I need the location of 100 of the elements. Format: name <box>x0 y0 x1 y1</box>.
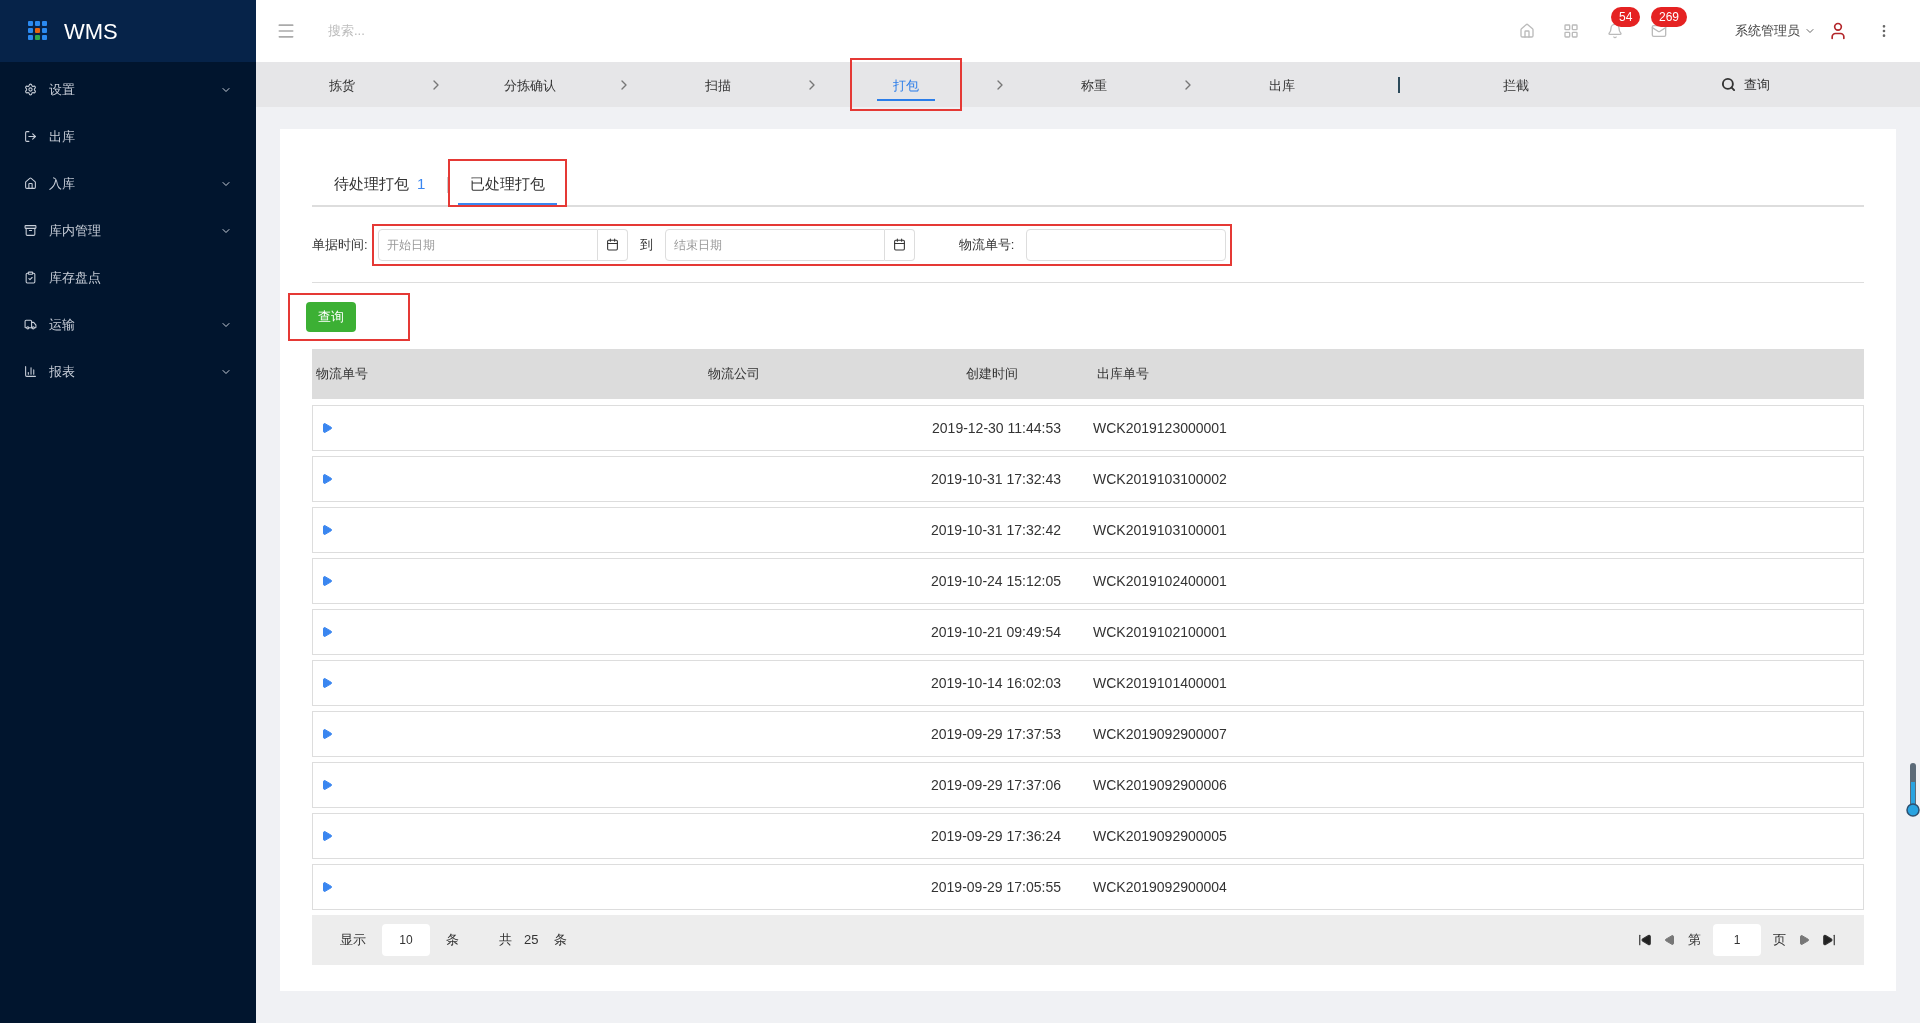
app-title: WMS <box>64 17 118 46</box>
table-cell-text: 2019-10-24 15:12:05 <box>931 571 1061 591</box>
to-label: 到 <box>639 235 653 254</box>
calendar-button[interactable] <box>884 228 915 261</box>
previous-page-icon[interactable] <box>1664 934 1676 946</box>
column-header: 物流单号 <box>315 365 368 384</box>
expand-arrow-icon[interactable] <box>321 677 333 689</box>
page-field[interactable]: 1 <box>1713 924 1761 956</box>
next-page-icon[interactable] <box>1798 934 1810 946</box>
table-cell-text: WCK2019102400001 <box>1092 571 1228 591</box>
menu-icon[interactable] <box>276 21 296 41</box>
house-icon <box>24 177 37 190</box>
step-tab[interactable]: 拦截 <box>1487 67 1545 102</box>
expand-arrow-icon[interactable] <box>321 575 333 587</box>
sidebar-item[interactable]: 库存盘点 <box>0 254 256 301</box>
end-date-field[interactable]: 结束日期 <box>664 228 885 261</box>
gear-icon <box>24 83 37 96</box>
table-row[interactable]: 2019-10-31 17:32:42 WCK2019103100001 <box>312 507 1864 553</box>
expand-arrow-icon[interactable] <box>321 779 333 791</box>
step-tab[interactable]: 分拣确认 <box>488 67 572 102</box>
step-divider <box>1398 76 1400 93</box>
table-row[interactable]: 2019-10-31 17:32:43 WCK2019103100002 <box>312 456 1864 502</box>
date-label: 单据时间: <box>312 235 368 254</box>
tab[interactable]: 已处理打包 <box>458 172 558 205</box>
table-cell-text: WCK2019123000001 <box>1092 418 1228 438</box>
table-row[interactable]: 2019-10-21 09:49:54 WCK2019102100001 <box>312 609 1864 655</box>
sidebar-item[interactable]: 库内管理 <box>0 207 256 254</box>
bell-icon[interactable] <box>1607 23 1623 39</box>
clipboard-icon <box>24 271 37 284</box>
table-row[interactable]: 2019-10-14 16:02:03 WCK2019101400001 <box>312 660 1864 706</box>
last-page-icon[interactable] <box>1822 933 1836 947</box>
start-date-field[interactable]: 开始日期 <box>377 228 598 261</box>
user-name[interactable]: 系统管理员 <box>1735 21 1800 41</box>
truck-icon <box>24 318 37 331</box>
table-cell-text: WCK2019092900006 <box>1092 775 1228 795</box>
page-suffix: 页 <box>1773 931 1786 950</box>
expand-arrow-icon[interactable] <box>321 422 333 434</box>
show-label: 显示 <box>340 931 366 950</box>
sidebar-item[interactable]: 设置 <box>0 66 256 113</box>
sidebar-item[interactable]: 运输 <box>0 301 256 348</box>
table-cell-text: WCK2019102100001 <box>1092 622 1228 642</box>
search-field[interactable]: 搜索... <box>328 21 1487 41</box>
step-tab[interactable]: 出库 <box>1253 67 1311 102</box>
sidebar-item[interactable]: 入库 <box>0 160 256 207</box>
step-tab[interactable]: 称重 <box>1065 67 1123 102</box>
table-cell-text: 2019-10-14 16:02:03 <box>931 673 1061 693</box>
exit-icon <box>24 130 37 143</box>
table-row[interactable]: 2019-09-29 17:37:06 WCK2019092900006 <box>312 762 1864 808</box>
column-header: 物流公司 <box>707 365 760 384</box>
table-row[interactable]: 2019-09-29 17:37:53 WCK2019092900007 <box>312 711 1864 757</box>
sidebar-item[interactable]: 报表 <box>0 348 256 395</box>
table-cell-text: WCK2019101400001 <box>1092 673 1228 693</box>
page-prefix: 第 <box>1688 931 1701 950</box>
bar-chart-icon <box>24 365 37 378</box>
tracking-label: 物流单号: <box>958 235 1015 254</box>
column-header: 创建时间 <box>965 365 1018 384</box>
message-badge: 269 <box>1651 7 1688 27</box>
expand-arrow-icon[interactable] <box>321 881 333 893</box>
table-cell-text: 2019-10-31 17:32:43 <box>931 469 1061 489</box>
table-cell-text: 2019-09-29 17:37:53 <box>931 724 1061 744</box>
app-grid-icon <box>28 21 48 41</box>
home-icon[interactable] <box>1519 23 1535 39</box>
toolbox-icon <box>24 224 37 237</box>
first-page-icon[interactable] <box>1638 933 1652 947</box>
table-row[interactable]: 2019-09-29 17:05:55 WCK2019092900004 <box>312 864 1864 910</box>
table-row[interactable]: 2019-10-24 15:12:05 WCK2019102400001 <box>312 558 1864 604</box>
column-header: 出库单号 <box>1096 365 1149 384</box>
table-cell-text: WCK2019092900005 <box>1092 826 1228 846</box>
query-link[interactable]: 查询 <box>1744 74 1770 95</box>
table-cell-text: WCK2019103100001 <box>1092 520 1228 540</box>
unit-label: 条 <box>554 931 568 950</box>
table-cell-text: 2019-09-29 17:36:24 <box>931 826 1061 846</box>
expand-arrow-icon[interactable] <box>321 626 333 638</box>
tracking-field[interactable] <box>1026 228 1227 261</box>
total-count: 25 <box>524 931 539 950</box>
step-tab[interactable]: 扫描 <box>689 67 747 102</box>
table-cell-text: WCK2019092900004 <box>1092 877 1228 897</box>
table-cell-text: 2019-12-30 11:44:53 <box>932 418 1061 438</box>
page-size-field[interactable]: 10 <box>382 924 430 956</box>
table-cell-text: WCK2019092900007 <box>1092 724 1228 744</box>
search-icon <box>1721 77 1736 92</box>
sidebar-item[interactable]: 出库 <box>0 113 256 160</box>
expand-arrow-icon[interactable] <box>321 830 333 842</box>
expand-arrow-icon[interactable] <box>321 728 333 740</box>
user-avatar-icon[interactable] <box>1828 21 1848 41</box>
table-cell-text: 2019-10-31 17:32:42 <box>931 520 1061 540</box>
step-tab[interactable]: 拣货 <box>313 67 371 102</box>
calendar-icon <box>892 238 906 251</box>
table-row[interactable]: 2019-12-30 11:44:53 WCK2019123000001 <box>312 405 1864 451</box>
tab[interactable]: 待处理打包 1 <box>322 172 438 205</box>
thermometer-icon <box>1906 762 1920 818</box>
grid-icon[interactable] <box>1563 23 1579 39</box>
expand-arrow-icon[interactable] <box>321 524 333 536</box>
notification-badge: 54 <box>1611 7 1641 27</box>
table-row[interactable]: 2019-09-29 17:36:24 WCK2019092900005 <box>312 813 1864 859</box>
table-cell-text: WCK2019103100002 <box>1092 469 1228 489</box>
calendar-button[interactable] <box>597 228 628 261</box>
expand-arrow-icon[interactable] <box>321 473 333 485</box>
table-cell-text: 2019-09-29 17:05:55 <box>931 877 1061 897</box>
unit-label: 条 <box>446 931 459 950</box>
